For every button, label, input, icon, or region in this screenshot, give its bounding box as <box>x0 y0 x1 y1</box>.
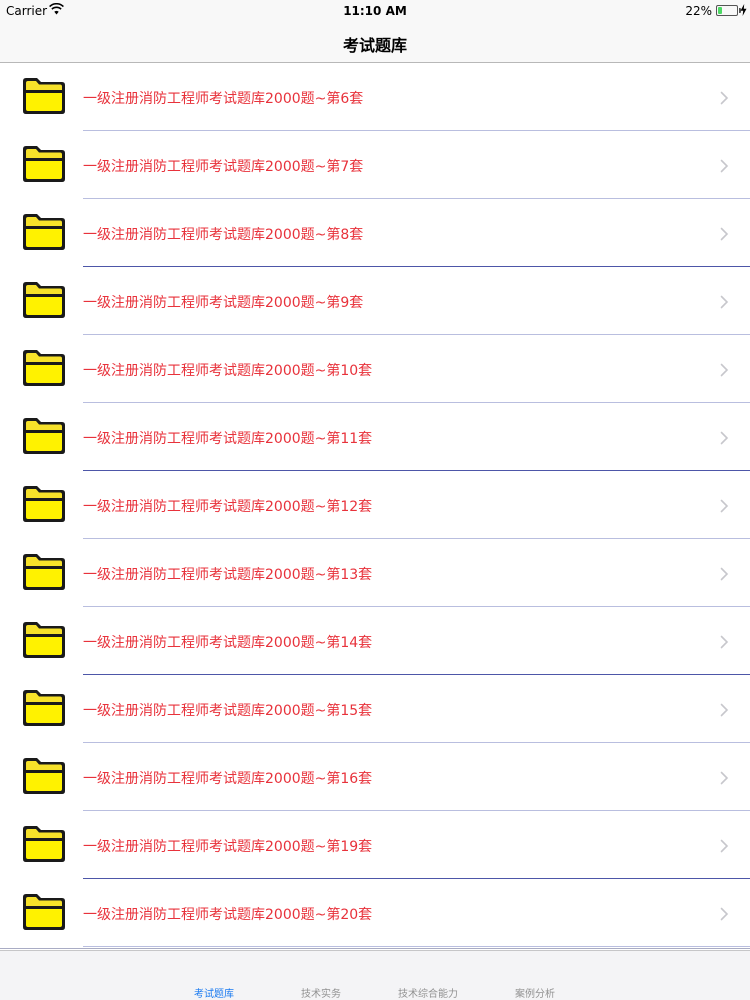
list-item-label: 一级注册消防工程师考试题库2000题~第12套 <box>83 499 373 515</box>
list-item-label: 一级注册消防工程师考试题库2000题~第14套 <box>83 635 373 651</box>
list-item-label: 一级注册消防工程师考试题库2000题~第16套 <box>83 771 373 787</box>
folder-icon <box>20 619 68 661</box>
chevron-right-icon <box>720 226 729 241</box>
list-item[interactable]: 一级注册消防工程师考试题库2000题~第15套 <box>0 675 750 743</box>
chevron-right-icon <box>720 498 729 513</box>
tab-item[interactable]: 案例分析 <box>515 985 555 1000</box>
list-item[interactable]: 一级注册消防工程师考试题库2000题~第14套 <box>0 607 750 675</box>
folder-icon <box>20 347 68 389</box>
folder-icon <box>20 279 68 321</box>
list-item[interactable]: 一级注册消防工程师考试题库2000题~第13套 <box>0 539 750 607</box>
list-item-label: 一级注册消防工程师考试题库2000题~第6套 <box>83 91 364 107</box>
list-item-label: 一级注册消防工程师考试题库2000题~第9套 <box>83 295 364 311</box>
list-item[interactable]: 一级注册消防工程师考试题库2000题~第20套 <box>0 879 750 947</box>
tab-bar: 考试题库 技术实务 技术综合能力 案例分析 <box>0 950 750 1000</box>
tab-item[interactable]: 技术实务 <box>301 985 341 1000</box>
list-item-label: 一级注册消防工程师考试题库2000题~第11套 <box>83 431 373 447</box>
bolt-icon <box>740 4 747 16</box>
battery-percentage: 22% <box>685 4 712 18</box>
folder-icon <box>20 823 68 865</box>
folder-icon <box>20 483 68 525</box>
page-title: 考试题库 <box>342 36 407 55</box>
list-item[interactable]: 一级注册消防工程师考试题库2000题~第11套 <box>0 403 750 471</box>
chevron-right-icon <box>720 634 729 649</box>
list-item-label: 一级注册消防工程师考试题库2000题~第7套 <box>83 159 364 175</box>
list-item-label: 一级注册消防工程师考试题库2000题~第19套 <box>83 839 373 855</box>
chevron-right-icon <box>720 906 729 921</box>
list-item-label: 一级注册消防工程师考试题库2000题~第8套 <box>83 227 364 243</box>
chevron-right-icon <box>720 430 729 445</box>
navigation-bar: 考试题库 <box>0 22 750 63</box>
chevron-right-icon <box>720 294 729 309</box>
list-item-label: 一级注册消防工程师考试题库2000题~第13套 <box>83 567 373 583</box>
status-time: 11:10 AM <box>343 4 407 18</box>
list-item[interactable]: 一级注册消防工程师考试题库2000题~第10套 <box>0 335 750 403</box>
battery-icon <box>716 5 738 16</box>
folder-icon <box>20 143 68 185</box>
folder-icon <box>20 891 68 933</box>
chevron-right-icon <box>720 158 729 173</box>
list-item[interactable]: 一级注册消防工程师考试题库2000题~第6套 <box>0 63 750 131</box>
chevron-right-icon <box>720 362 729 377</box>
chevron-right-icon <box>720 90 729 105</box>
status-bar: Carrier 11:10 AM 22% <box>0 0 750 22</box>
row-divider <box>83 946 750 947</box>
list-end-divider <box>0 948 750 949</box>
list-item[interactable]: 一级注册消防工程师考试题库2000题~第9套 <box>0 267 750 335</box>
list-item-label: 一级注册消防工程师考试题库2000题~第10套 <box>83 363 373 379</box>
list-item[interactable]: 一级注册消防工程师考试题库2000题~第16套 <box>0 743 750 811</box>
folder-icon <box>20 75 68 117</box>
tab-item[interactable]: 技术综合能力 <box>398 985 458 1000</box>
folder-icon <box>20 755 68 797</box>
tab-item[interactable]: 考试题库 <box>194 985 234 1000</box>
chevron-right-icon <box>720 702 729 717</box>
chevron-right-icon <box>720 838 729 853</box>
list-item[interactable]: 一级注册消防工程师考试题库2000题~第7套 <box>0 131 750 199</box>
folder-icon <box>20 211 68 253</box>
list-item-label: 一级注册消防工程师考试题库2000题~第20套 <box>83 907 373 923</box>
chevron-right-icon <box>720 770 729 785</box>
list-item[interactable]: 一级注册消防工程师考试题库2000题~第12套 <box>0 471 750 539</box>
list-item-label: 一级注册消防工程师考试题库2000题~第15套 <box>83 703 373 719</box>
folder-icon <box>20 687 68 729</box>
folder-icon <box>20 415 68 457</box>
folder-icon <box>20 551 68 593</box>
question-bank-list[interactable]: 一级注册消防工程师考试题库2000题~第6套 一级注册消防工程师考试题库2000题… <box>0 63 750 949</box>
list-item[interactable]: 一级注册消防工程师考试题库2000题~第19套 <box>0 811 750 879</box>
list-item[interactable]: 一级注册消防工程师考试题库2000题~第8套 <box>0 199 750 267</box>
chevron-right-icon <box>720 566 729 581</box>
